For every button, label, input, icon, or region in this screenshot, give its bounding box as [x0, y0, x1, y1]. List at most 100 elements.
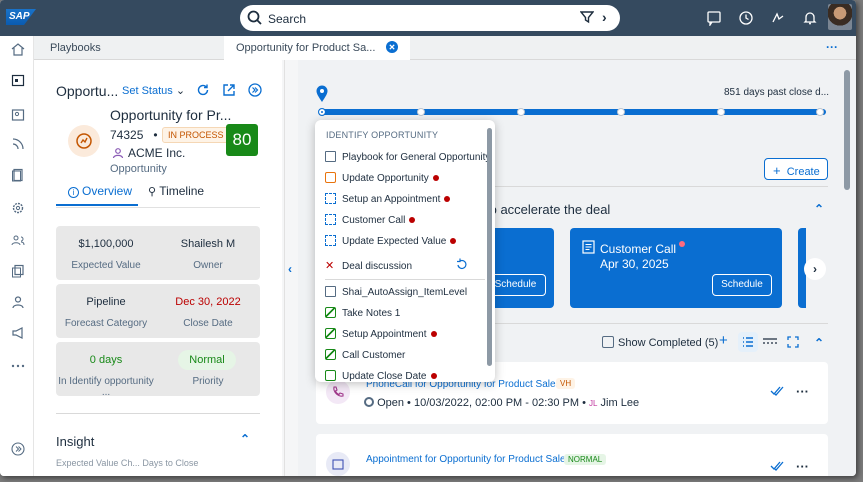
popover-item-label: Take Notes 1	[342, 308, 401, 319]
kpi-card-stage-priority: 0 days In Identify opportunity ... Norma…	[56, 342, 260, 398]
suggestion-card-customer-call[interactable]: Customer Call Apr 30, 2025 Schedule	[570, 228, 782, 308]
panel-splitter[interactable]: ‹	[284, 60, 298, 476]
campaign-icon[interactable]	[11, 326, 25, 340]
joule-icon[interactable]	[770, 10, 786, 26]
app-window: SAP Search › Playbooks Opportunity for P…	[0, 0, 856, 476]
activity-owner[interactable]: Jim Lee	[601, 397, 640, 409]
user-avatar[interactable]	[828, 4, 852, 30]
collapse-panel-icon[interactable]: ‹	[288, 262, 292, 276]
stage-days-label: In Identify opportunity ...	[58, 376, 154, 398]
stage-dot[interactable]	[318, 108, 326, 116]
tab-opportunity[interactable]: Opportunity for Product Sa...	[224, 36, 410, 60]
complete-check-icon[interactable]	[770, 460, 784, 472]
popover-item-label: Customer Call	[342, 215, 406, 226]
document-icon	[582, 240, 595, 254]
completed-check-icon	[325, 328, 336, 339]
feed-icon[interactable]	[11, 137, 25, 151]
compact-view-icon[interactable]	[763, 337, 777, 347]
more-actions-icon[interactable]: ···	[796, 459, 809, 474]
tab-timeline[interactable]: ⚲ Timeline	[148, 184, 204, 198]
undo-icon[interactable]	[456, 258, 468, 270]
popover-item-label: Update Opportunity	[342, 173, 429, 184]
stage-progress-track	[322, 109, 826, 115]
activity-title[interactable]: Appointment for Opportunity for Product …	[366, 454, 571, 465]
suggestion-date: Apr 30, 2025	[600, 257, 669, 271]
open-activity-icon	[325, 235, 336, 246]
close-tab-icon[interactable]	[386, 41, 398, 53]
sap-logo[interactable]: SAP	[6, 9, 36, 25]
forward-circle-icon[interactable]	[248, 83, 262, 97]
stage-dot[interactable]	[617, 108, 625, 116]
schedule-button[interactable]: Schedule	[486, 274, 546, 296]
team-icon[interactable]	[11, 233, 25, 247]
search-go-icon[interactable]: ›	[602, 9, 607, 25]
popover-item[interactable]: Playbook for General Opportunity	[325, 151, 490, 163]
bell-icon[interactable]	[802, 10, 818, 26]
list-view-icon[interactable]	[738, 332, 758, 352]
chevron-up-icon[interactable]: ⌃	[240, 432, 250, 446]
insight-divider	[56, 413, 260, 414]
open-external-icon[interactable]	[222, 83, 236, 97]
activity-card[interactable]: Appointment for Opportunity for Product …	[316, 434, 828, 476]
fullscreen-icon[interactable]	[787, 336, 799, 348]
show-completed-checkbox[interactable]: Show Completed (5)	[602, 336, 718, 349]
tab-overview[interactable]: i Overview	[56, 184, 138, 206]
popover-item[interactable]: ✕ Deal discussion	[325, 259, 412, 272]
forecast-value: Pipeline	[86, 296, 126, 308]
expand-nav-icon[interactable]	[11, 442, 25, 456]
popover-item[interactable]: Setup an Appointment	[325, 193, 451, 205]
popover-item[interactable]: Customer Call	[325, 214, 416, 226]
create-button[interactable]: + Create	[764, 158, 828, 180]
stage-dot[interactable]	[717, 108, 725, 116]
popover-scrollbar[interactable]	[487, 128, 492, 366]
home-icon[interactable]	[11, 42, 25, 56]
stage-dot[interactable]	[517, 108, 525, 116]
info-icon: i	[68, 187, 79, 198]
settings-icon[interactable]	[11, 201, 25, 215]
popover-item[interactable]: Setup Appointment	[325, 328, 437, 340]
calendar-icon[interactable]	[11, 73, 25, 87]
show-completed-label: Show Completed (5)	[618, 337, 719, 349]
popover-item[interactable]: Shai_AutoAssign_ItemLevel	[325, 286, 467, 298]
contacts-icon[interactable]	[11, 108, 25, 122]
stage-dot[interactable]	[417, 108, 425, 116]
person-icon[interactable]	[11, 295, 25, 309]
clock-icon[interactable]	[738, 10, 754, 26]
more-actions-icon[interactable]: ···	[796, 384, 809, 399]
set-status-label: Set Status	[122, 85, 173, 97]
stage-dot[interactable]	[816, 108, 824, 116]
account-name[interactable]: ACME Inc.	[128, 146, 185, 160]
feedback-icon[interactable]	[706, 10, 722, 26]
popover-item[interactable]: Update Opportunity	[325, 172, 439, 184]
popover-item-label: Deal discussion	[342, 261, 413, 272]
appointment-avatar	[326, 452, 350, 476]
schedule-button[interactable]: Schedule	[712, 274, 772, 296]
filter-icon[interactable]	[580, 10, 594, 24]
popover-item-label: Playbook for General Opportunity	[342, 152, 491, 163]
activity-status: Open	[377, 397, 404, 409]
next-arrow-icon[interactable]: ›	[804, 258, 826, 280]
tab-playbooks[interactable]: Playbooks	[50, 36, 220, 60]
main-scrollbar[interactable]	[844, 70, 850, 190]
set-status-button[interactable]: Set Status ⌄	[122, 84, 185, 97]
search-field[interactable]: Search ›	[240, 5, 620, 31]
popover-item[interactable]: Update Expected Value	[325, 235, 457, 247]
status-badge: IN PROCESS	[162, 127, 230, 143]
required-dot	[444, 196, 451, 202]
stage-activities-popover: IDENTIFY OPPORTUNITY Playbook for Genera…	[315, 120, 495, 382]
collapse-section-icon[interactable]: ⌃	[814, 202, 824, 216]
refresh-icon[interactable]	[196, 83, 210, 97]
popover-item[interactable]: Call Customer	[325, 349, 405, 361]
copy-icon[interactable]	[11, 264, 25, 278]
open-activity-icon	[325, 214, 336, 225]
collapse-activities-icon[interactable]: ⌃	[814, 336, 824, 350]
add-activity-icon[interactable]: +	[719, 332, 728, 349]
tab-overflow-icon[interactable]: ···	[826, 40, 838, 54]
suggestion-card[interactable]: Schedule	[486, 228, 554, 308]
open-status-icon	[364, 397, 374, 407]
popover-item[interactable]: Update Close Date	[325, 370, 437, 382]
documents-icon[interactable]	[11, 168, 25, 182]
more-icon[interactable]	[11, 359, 25, 373]
complete-check-icon[interactable]	[770, 385, 784, 397]
popover-item[interactable]: Take Notes 1	[325, 307, 400, 319]
